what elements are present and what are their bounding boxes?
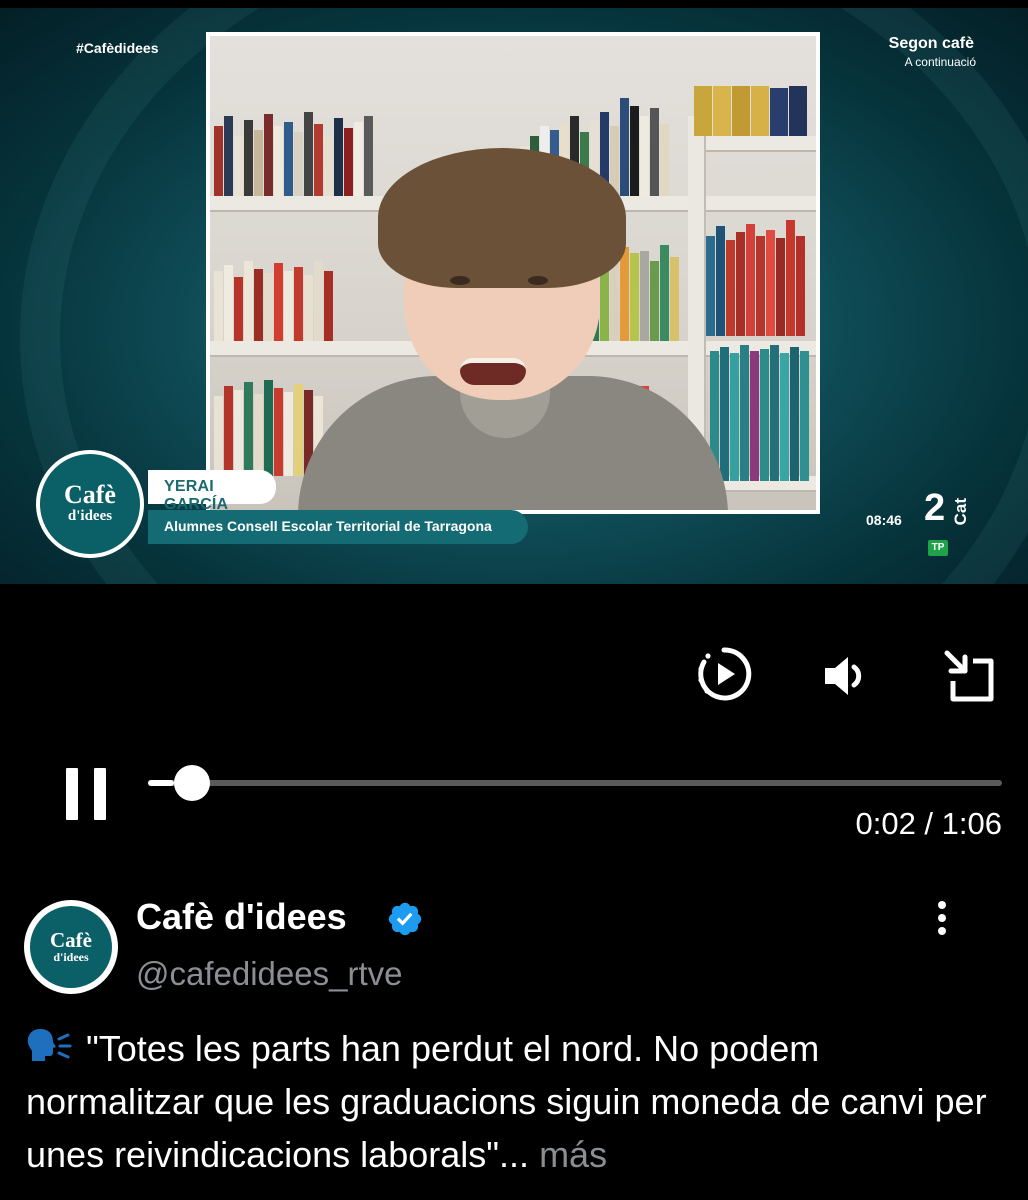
program-hashtag: #Cafèdidees bbox=[76, 40, 159, 56]
program-logo: Cafè d'idees bbox=[36, 450, 144, 558]
avatar-logo: Cafè d'idees bbox=[30, 906, 112, 988]
books-row bbox=[214, 366, 323, 476]
progress-played bbox=[148, 780, 174, 786]
broadcast-clock: 08:46 bbox=[866, 512, 902, 528]
volume-icon bbox=[825, 657, 862, 695]
exit-fullscreen-icon bbox=[944, 650, 994, 702]
next-program-title: Segon cafè bbox=[888, 35, 974, 52]
books-row bbox=[710, 341, 809, 481]
books-row bbox=[214, 106, 373, 196]
logo-text-1: Cafè bbox=[64, 480, 116, 509]
exit-fullscreen-button[interactable] bbox=[936, 644, 1000, 708]
logo-text-2: d'idees bbox=[67, 508, 113, 524]
pause-icon bbox=[94, 768, 106, 820]
next-program-subtitle: A continuació bbox=[904, 55, 976, 69]
progress-thumb[interactable] bbox=[173, 765, 210, 801]
guest-name-bar: YERAI GARCÍA bbox=[148, 470, 276, 513]
autoplay-icon bbox=[698, 647, 752, 701]
more-vertical-icon bbox=[938, 901, 946, 935]
pause-button[interactable] bbox=[64, 768, 108, 820]
books-row bbox=[694, 86, 807, 136]
guest-eye bbox=[528, 276, 548, 285]
books-row bbox=[706, 196, 805, 336]
guest-mouth bbox=[460, 358, 526, 385]
progress-bar[interactable] bbox=[148, 765, 1002, 801]
guest-role: Alumnes Consell Escolar Territorial de T… bbox=[164, 518, 492, 534]
guest-video-window bbox=[206, 32, 820, 514]
video-frame[interactable]: #Cafèdidees Segon cafè A continuació YER… bbox=[0, 8, 1028, 584]
shelf bbox=[690, 136, 816, 152]
verified-badge-icon bbox=[388, 902, 422, 936]
autoplay-button[interactable] bbox=[692, 642, 756, 706]
post-text: "Totes les parts han perdut el nord. No … bbox=[26, 1022, 1006, 1181]
guest-role-bar: Alumnes Consell Escolar Territorial de T… bbox=[148, 510, 528, 544]
avatar-text-1: Cafè bbox=[50, 928, 92, 952]
avatar-text-2: d'idees bbox=[53, 950, 89, 964]
guest-hair bbox=[378, 148, 626, 288]
time-display: 0:02 / 1:06 bbox=[855, 806, 1002, 841]
rating-badge: TP bbox=[928, 540, 948, 556]
display-name[interactable]: Cafè d'idees bbox=[136, 896, 347, 938]
volume-button[interactable] bbox=[814, 644, 878, 708]
avatar[interactable]: Cafè d'idees bbox=[24, 900, 118, 994]
speaking-head-icon bbox=[27, 1029, 72, 1061]
user-handle[interactable]: @cafedidees_rtve bbox=[136, 955, 402, 993]
show-more-link[interactable]: más bbox=[539, 1134, 607, 1175]
pause-icon bbox=[66, 768, 78, 820]
guest-eye bbox=[450, 276, 470, 285]
post-body: "Totes les parts han perdut el nord. No … bbox=[26, 1028, 987, 1175]
more-options-button[interactable] bbox=[920, 896, 964, 940]
guest-name: YERAI GARCÍA bbox=[164, 478, 229, 513]
channel-number: 2 bbox=[924, 487, 946, 529]
books-row bbox=[214, 251, 333, 341]
channel-suffix: Cat bbox=[951, 498, 970, 526]
